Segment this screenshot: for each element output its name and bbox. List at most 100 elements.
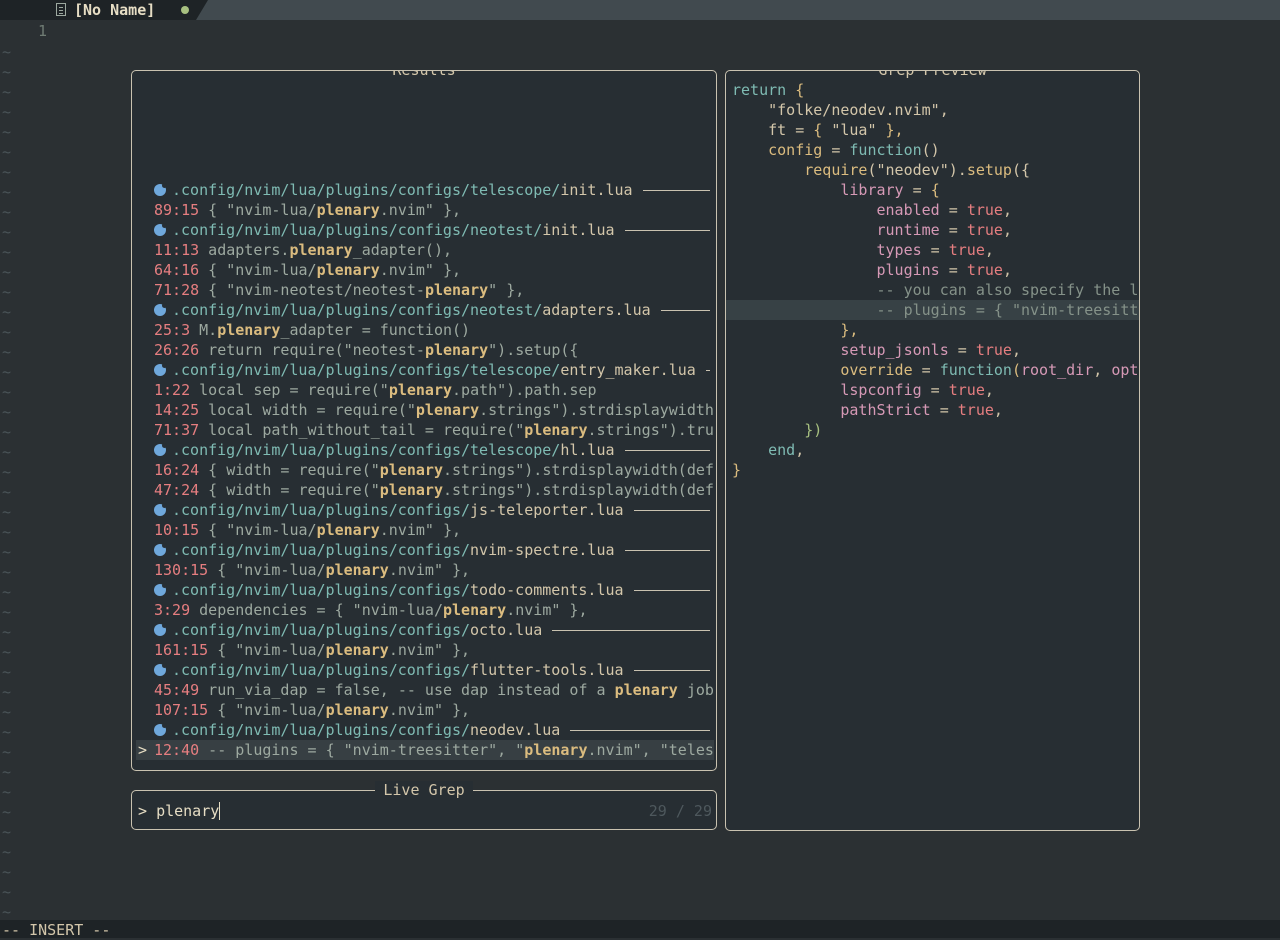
result-count: 29 / 29: [648, 802, 712, 820]
preview-line: end,: [726, 440, 1139, 460]
mode-indicator: -- INSERT --: [2, 921, 111, 939]
lua-file-icon: [154, 183, 167, 196]
search-input[interactable]: > plenary: [138, 801, 221, 821]
result-row[interactable]: 1:22 local sep = require("plenary.path")…: [136, 380, 714, 400]
result-file-header[interactable]: .config/nvim/lua/plugins/configs/flutter…: [136, 660, 714, 680]
code-token: =: [822, 141, 850, 159]
code-token: =: [948, 341, 976, 359]
empty-line-marker: ~: [2, 823, 12, 841]
result-row[interactable]: 130:15 { "nvim-lua/plenary.nvim" },: [136, 560, 714, 580]
match-post: .nvim" },: [379, 261, 462, 279]
preview-line: types = true,: [726, 240, 1139, 260]
result-row[interactable]: 161:15 { "nvim-lua/plenary.nvim" },: [136, 640, 714, 660]
match-pre: { "nvim-lua/: [199, 521, 317, 539]
result-file-header[interactable]: .config/nvim/lua/plugins/configs/todo-co…: [136, 580, 714, 600]
match-location: 89:15: [154, 201, 200, 219]
match-pre: { "nvim-lua/: [208, 561, 326, 579]
result-file-header[interactable]: .config/nvim/lua/plugins/configs/js-tele…: [136, 500, 714, 520]
file-dir: .config/nvim/lua/plugins/configs/: [172, 541, 471, 559]
match-post: " },: [488, 281, 525, 299]
empty-line-marker: ~: [2, 183, 12, 201]
result-row[interactable]: 47:24 { width = require("plenary.strings…: [136, 480, 714, 500]
result-file-header[interactable]: .config/nvim/lua/plugins/configs/neotest…: [136, 300, 714, 320]
empty-line-marker: ~: [2, 223, 12, 241]
code-token: ,: [1002, 201, 1012, 219]
preview-line: ft = { "lua" },: [726, 120, 1139, 140]
result-row[interactable]: 25:3 M.plenary_adapter = function(): [136, 320, 714, 340]
code-token: }: [732, 461, 742, 479]
result-row[interactable]: 89:15 { "nvim-lua/plenary.nvim" },: [136, 200, 714, 220]
result-row[interactable]: 14:25 local width = require("plenary.str…: [136, 400, 714, 420]
code-token: {: [813, 121, 832, 139]
preview-panel[interactable]: Grep Preview return { "folke/neodev.nvim…: [725, 70, 1140, 831]
file-dir: .config/nvim/lua/plugins/configs/telesco…: [172, 181, 561, 199]
match-post: .strings").strdisplaywidth(def: [443, 461, 714, 479]
lua-file-icon: [154, 223, 167, 236]
file-dir: .config/nvim/lua/plugins/configs/neotest…: [172, 221, 543, 239]
result-row[interactable]: 64:16 { "nvim-lua/plenary.nvim" },: [136, 260, 714, 280]
empty-line-marker: ~: [2, 383, 12, 401]
empty-line-marker: ~: [2, 363, 12, 381]
file-name: neodev.lua: [470, 721, 561, 739]
result-row[interactable]: 11:13 adapters.plenary_adapter(),: [136, 240, 714, 260]
file-dir: .config/nvim/lua/plugins/configs/: [172, 621, 471, 639]
match-pre: { "nvim-lua/: [199, 261, 317, 279]
code-token: true: [966, 201, 1003, 219]
match-post: .nvim" },: [506, 601, 588, 619]
preview-line: library = {: [726, 180, 1139, 200]
code-token: setup: [966, 161, 1012, 179]
lua-file-icon: [154, 543, 167, 556]
buffer-tab[interactable]: [No Name]: [0, 0, 196, 20]
result-file-header[interactable]: .config/nvim/lua/plugins/configs/octo.lu…: [136, 620, 714, 640]
result-row[interactable]: 26:26 return require("neotest-plenary").…: [136, 340, 714, 360]
modified-indicator-icon: [181, 6, 189, 14]
result-row[interactable]: 107:15 { "nvim-lua/plenary.nvim" },: [136, 700, 714, 720]
code-token: true: [948, 241, 985, 259]
results-panel[interactable]: Results .config/nvim/lua/plugins/configs…: [131, 70, 717, 771]
separator-line: [552, 629, 710, 631]
preview-line: -- plugins = { "nvim-treesitt: [726, 300, 1139, 320]
match-location: 14:25: [154, 401, 200, 419]
prompt-panel[interactable]: Live Grep > plenary 29 / 29: [131, 781, 717, 830]
result-file-header[interactable]: .config/nvim/lua/plugins/configs/telesco…: [136, 360, 714, 380]
match-location: 26:26: [154, 341, 200, 359]
separator-line: [705, 369, 710, 371]
match-location: 12:40: [154, 741, 200, 759]
code-token: library: [732, 181, 904, 199]
empty-line-marker: ~: [2, 403, 12, 421]
code-token: -- plugins = { "nvim-treesitt: [732, 301, 1139, 319]
match-pre: M.: [190, 321, 218, 339]
match-highlight: plenary: [379, 481, 443, 499]
match-highlight: plenary: [388, 381, 453, 399]
results-list[interactable]: .config/nvim/lua/plugins/configs/telesco…: [136, 180, 714, 760]
code-token: =: [921, 381, 949, 399]
match-highlight: plenary: [443, 601, 507, 619]
match-post: .path").path.sep: [452, 381, 597, 399]
result-row[interactable]: 16:24 { width = require("plenary.strings…: [136, 460, 714, 480]
match-post: job: [677, 681, 714, 699]
match-location: 1:22: [154, 381, 191, 399]
match-pre: adapters.: [199, 241, 290, 259]
code-token: types: [732, 241, 922, 259]
match-location: 130:15: [154, 561, 209, 579]
code-token: lspconfig: [732, 381, 922, 399]
result-row[interactable]: 45:49 run_via_dap = false, -- use dap in…: [136, 680, 714, 700]
result-row-selected[interactable]: >12:40 -- plugins = { "nvim-treesitter",…: [136, 740, 714, 760]
result-row[interactable]: 10:15 { "nvim-lua/plenary.nvim" },: [136, 520, 714, 540]
result-file-header[interactable]: .config/nvim/lua/plugins/configs/neotest…: [136, 220, 714, 240]
match-post: .strings").tru: [587, 421, 714, 439]
preview-code: return { "folke/neodev.nvim", ft = { "lu…: [726, 80, 1139, 480]
editor-gutter: ~ ~ ~ ~ ~ ~ ~ ~ ~ ~ ~ ~ ~ ~ ~ ~ ~ ~ ~ ~ ~ ~ ~ ~ ~ ~ ~ ~ ~ ~ ~ ~ ~ ~ ~ ~ ~ ~ ~ ~…: [0, 20, 60, 921]
result-file-header[interactable]: .config/nvim/lua/plugins/configs/neodev.…: [136, 720, 714, 740]
result-row[interactable]: 71:37 local path_without_tail = require(…: [136, 420, 714, 440]
result-file-header[interactable]: .config/nvim/lua/plugins/configs/nvim-sp…: [136, 540, 714, 560]
result-file-header[interactable]: .config/nvim/lua/plugins/configs/telesco…: [136, 180, 714, 200]
preview-line: }): [726, 420, 1139, 440]
match-location: 25:3: [154, 321, 191, 339]
preview-line: override = function(root_dir, opt: [726, 360, 1139, 380]
result-file-header[interactable]: .config/nvim/lua/plugins/configs/telesco…: [136, 440, 714, 460]
result-row[interactable]: 3:29 dependencies = { "nvim-lua/plenary.…: [136, 600, 714, 620]
code-token: require: [732, 161, 868, 179]
selection-caret: >: [138, 741, 148, 759]
result-row[interactable]: 71:28 { "nvim-neotest/neotest-plenary" }…: [136, 280, 714, 300]
